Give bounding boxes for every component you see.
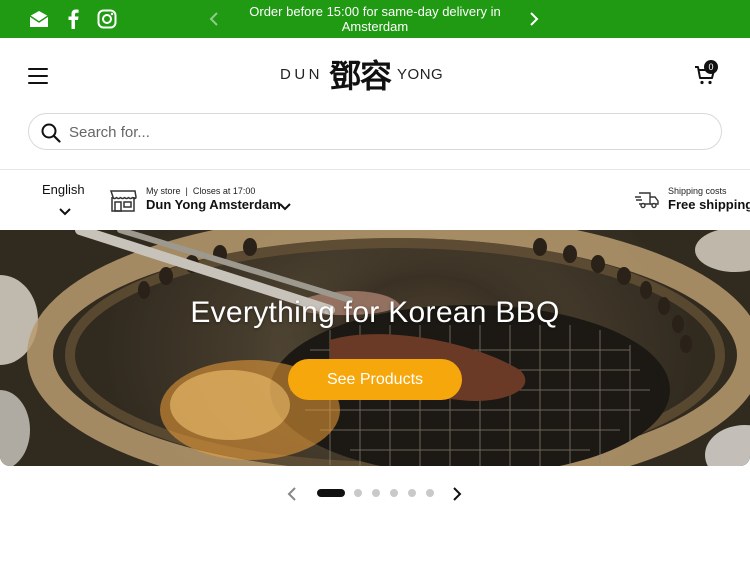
logo-text-right: YONG [397,65,444,83]
slide-dot[interactable] [426,489,434,497]
announcement-message: Order before 15:00 for same-day delivery… [249,4,501,34]
facebook-icon[interactable] [62,8,84,30]
mail-icon[interactable] [28,8,50,30]
slide-dot[interactable] [390,489,398,497]
social-links [28,8,118,30]
site-header: DUN 鄧容 YONG 0 [0,38,750,170]
announcement-prev-icon[interactable] [208,10,220,33]
store-status: My store | Closes at 17:00 [146,186,256,196]
hero-image [0,230,750,466]
announcement-bar: Order before 15:00 for same-day delivery… [0,0,750,38]
logo-text-left: DUN [280,65,323,83]
logo[interactable]: DUN 鄧容 YONG [280,54,444,95]
store-name[interactable]: Dun Yong Amsterdam [146,197,281,212]
delivery-truck-icon [634,191,660,214]
cart-count-badge: 0 [704,60,718,74]
search-bar[interactable] [28,113,722,150]
chevron-down-icon[interactable] [58,204,72,222]
slider-controls [0,484,750,504]
store-chevron-down-icon[interactable] [278,199,292,217]
shipping-label: Shipping costs [668,186,727,196]
slide-prev-icon[interactable] [286,486,298,507]
see-products-button[interactable]: See Products [288,359,462,400]
slide-dot[interactable] [317,489,345,497]
cart-icon[interactable]: 0 [694,60,718,88]
hero-banner[interactable]: Everything for Korean BBQ See Products [0,230,750,466]
slide-dot[interactable] [372,489,380,497]
menu-icon[interactable] [28,68,48,84]
shipping-value: Free shipping [668,197,750,212]
language-selector[interactable]: English [42,182,85,197]
search-input[interactable] [69,120,669,144]
info-bar: English My store | Closes at 17:00 Dun Y… [0,170,750,230]
slide-dot[interactable] [354,489,362,497]
hero-title: Everything for Korean BBQ [190,296,560,329]
store-icon [109,187,137,218]
search-icon[interactable] [41,123,61,148]
instagram-icon[interactable] [96,8,118,30]
logo-chinese: 鄧容 [329,57,392,95]
announcement-next-icon[interactable] [528,10,540,33]
slide-next-icon[interactable] [451,486,463,507]
slide-dot[interactable] [408,489,416,497]
